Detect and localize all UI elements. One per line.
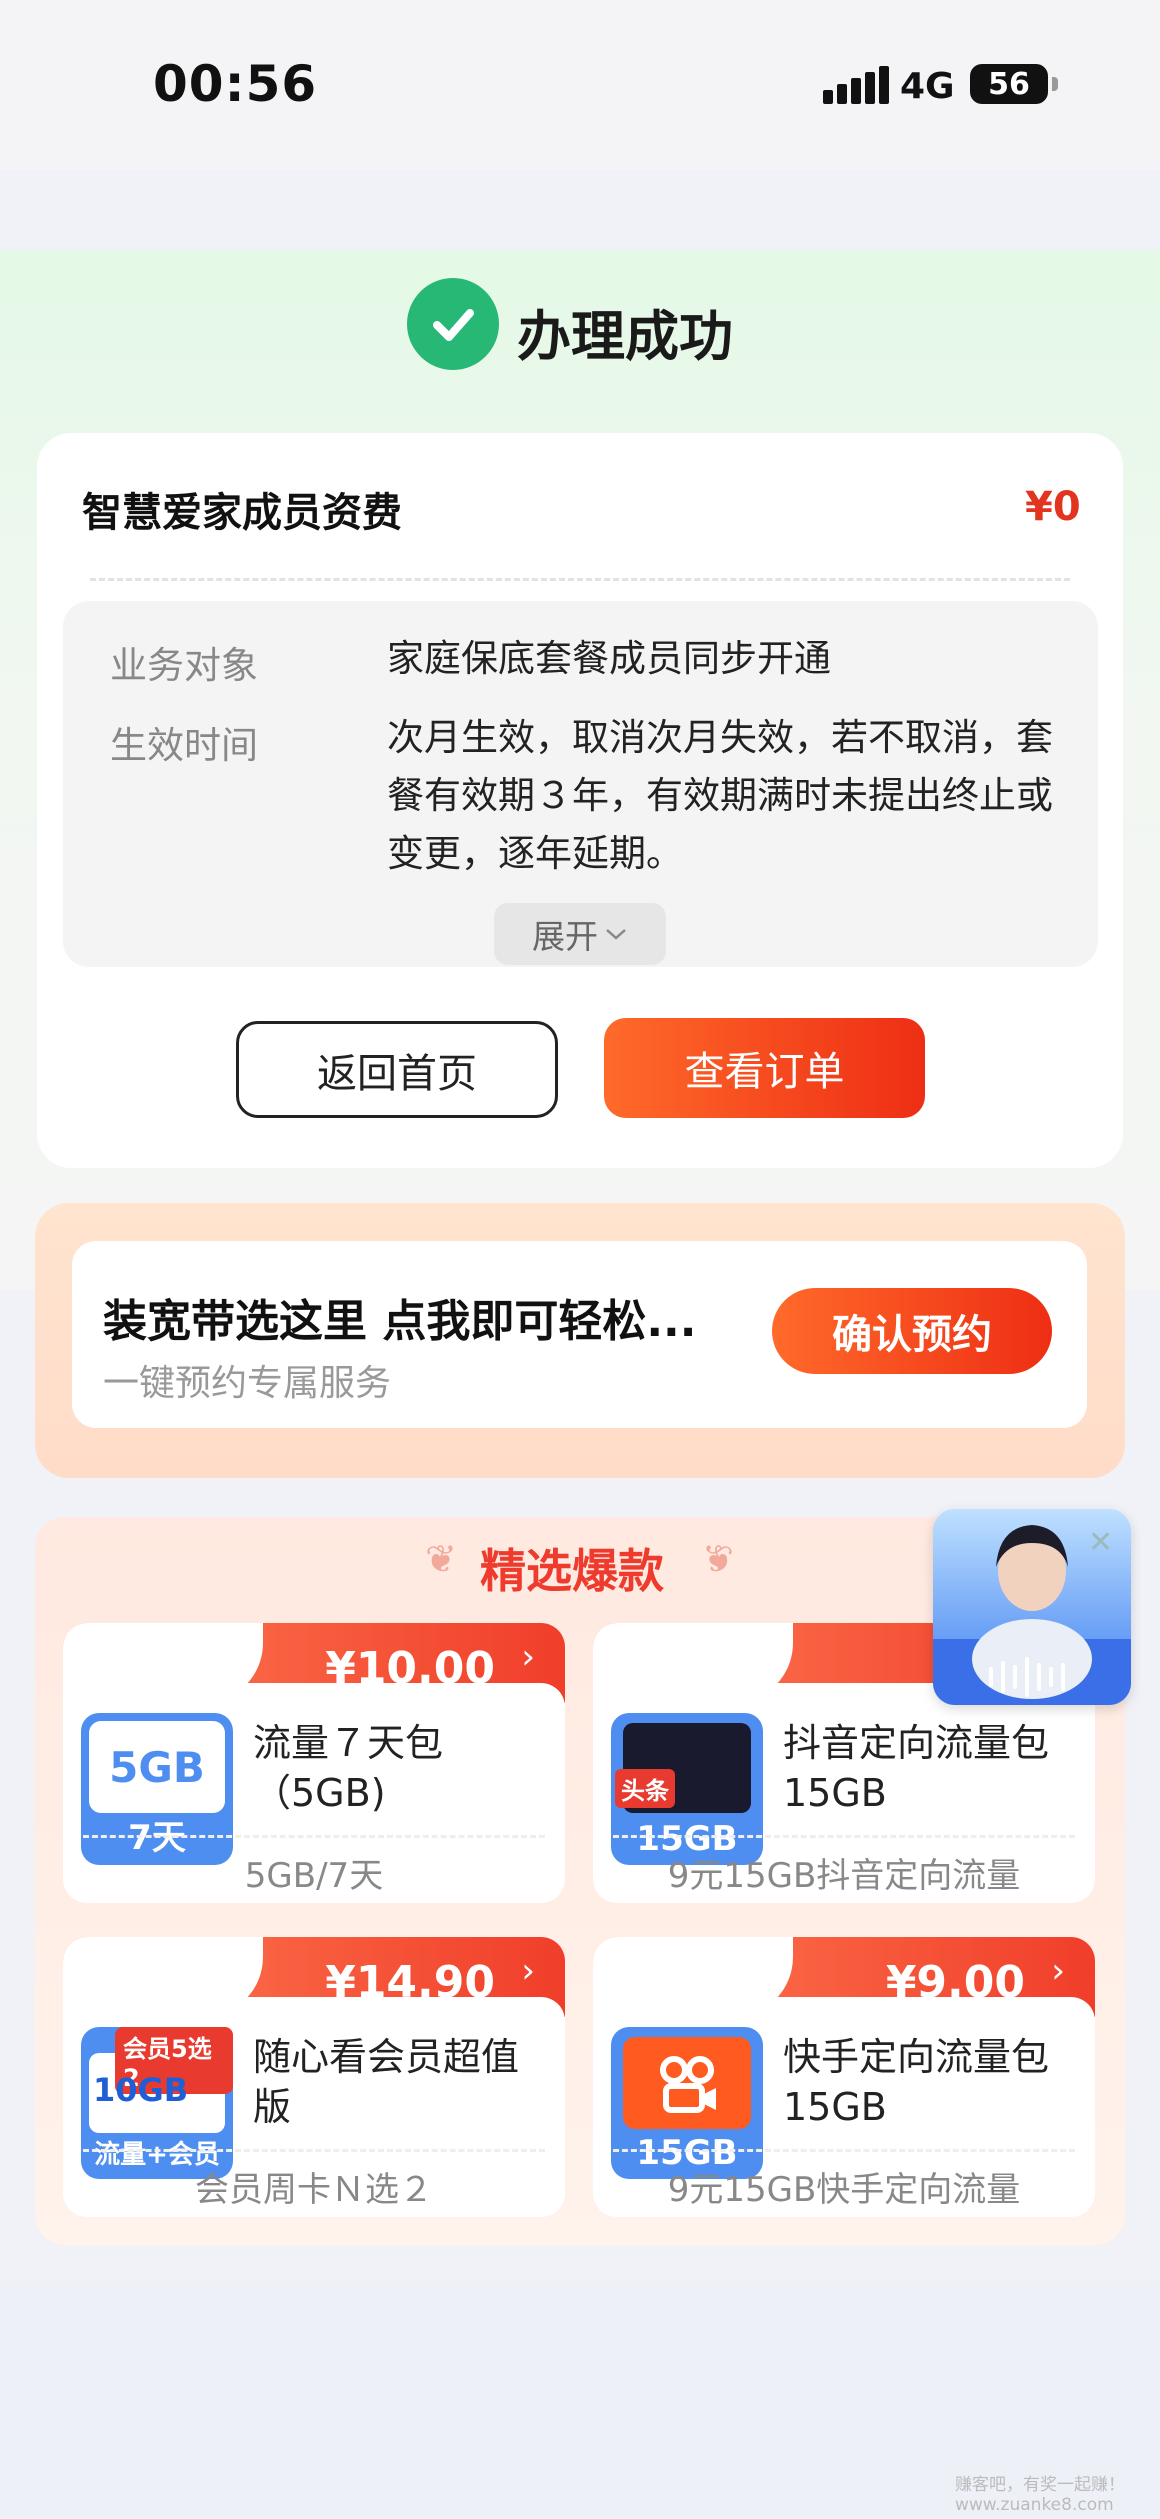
detail-label-target: 业务对象 [110,644,258,687]
confirm-reservation-button[interactable]: 确认预约 [772,1288,1052,1374]
result-title: 办理成功 [517,305,733,368]
douyin-pack-icon: 头条 15GB [611,1713,763,1865]
detail-value-effective: 次月生效，取消次月失效，若不取消，套餐有效期３年，有效期满时未提出终止或变更，逐… [387,716,1053,875]
product-name: 流量７天包（5GB) [253,1721,444,1815]
product-desc: 9元15GB抖音定向流量 [667,1856,1021,1896]
laurel-right-icon: ❦ [702,1537,734,1581]
detail-label-effective: 生效时间 [110,724,258,767]
data-pack-icon: 5GB 7天 [81,1713,233,1865]
laurel-left-icon: ❦ [425,1537,457,1581]
product-desc: 9元15GB快手定向流量 [667,2170,1021,2210]
product-desc: 5GB/7天 [244,1856,384,1896]
expand-label: 展开 [532,917,598,956]
back-home-button[interactable]: 返回首页 [236,1021,558,1118]
detail-value-target: 家庭保底套餐成员同步开通 [387,637,831,680]
signal-icon [823,62,889,104]
chevron-down-icon [606,929,626,940]
close-icon[interactable]: ✕ [1088,1525,1113,1560]
battery-icon: 56 [970,64,1058,104]
product-card[interactable]: ¥10.00 › 5GB 7天 流量７天包（5GB) 5GB/7天 [63,1623,565,1903]
promo-subtitle: 一键预约专属服务 [103,1363,392,1404]
featured-picks-title: 精选爆款 [480,1544,664,1598]
divider [83,2149,545,2152]
divider [90,578,1070,581]
expand-button[interactable]: 展开 [494,903,666,965]
divider [613,1835,1075,1838]
product-name: 随心看会员超值版 [253,2035,520,2129]
status-time: 00:56 [153,55,318,113]
view-order-button[interactable]: 查看订单 [604,1018,925,1118]
product-name: 抖音定向流量包15GB [783,1721,1050,1815]
chevron-right-icon: › [521,1637,535,1677]
network-type: 4G [900,66,955,107]
kuaishou-pack-icon: 15GB [611,2027,763,2179]
chevron-right-icon: › [521,1951,535,1991]
divider [83,1835,545,1838]
product-card[interactable]: ¥14.90 › 会员5选2 10GB 流量+会员 随心看会员超值版 会员周卡Ｎ… [63,1937,565,2217]
product-name: 快手定向流量包15GB [783,2035,1050,2129]
divider [613,2149,1075,2152]
plan-name: 智慧爱家成员资费 [82,490,402,536]
watermark: 赚客吧，有奖一起赚！ www.zuanke8.com [955,2475,1125,2515]
chevron-right-icon: › [1051,1951,1065,1991]
check-icon [407,278,499,370]
product-desc: 会员周卡Ｎ选２ [195,2170,433,2210]
product-card[interactable]: ¥9.00 › 15GB 快手定向流量包15GB 9元15GB快手定向流量 [593,1937,1095,2217]
promo-title: 装宽带选这里 点我即可轻松... [103,1296,697,1347]
membership-pack-icon: 会员5选2 10GB 流量+会员 [81,2027,233,2179]
plan-price: ¥0 [1025,484,1081,530]
